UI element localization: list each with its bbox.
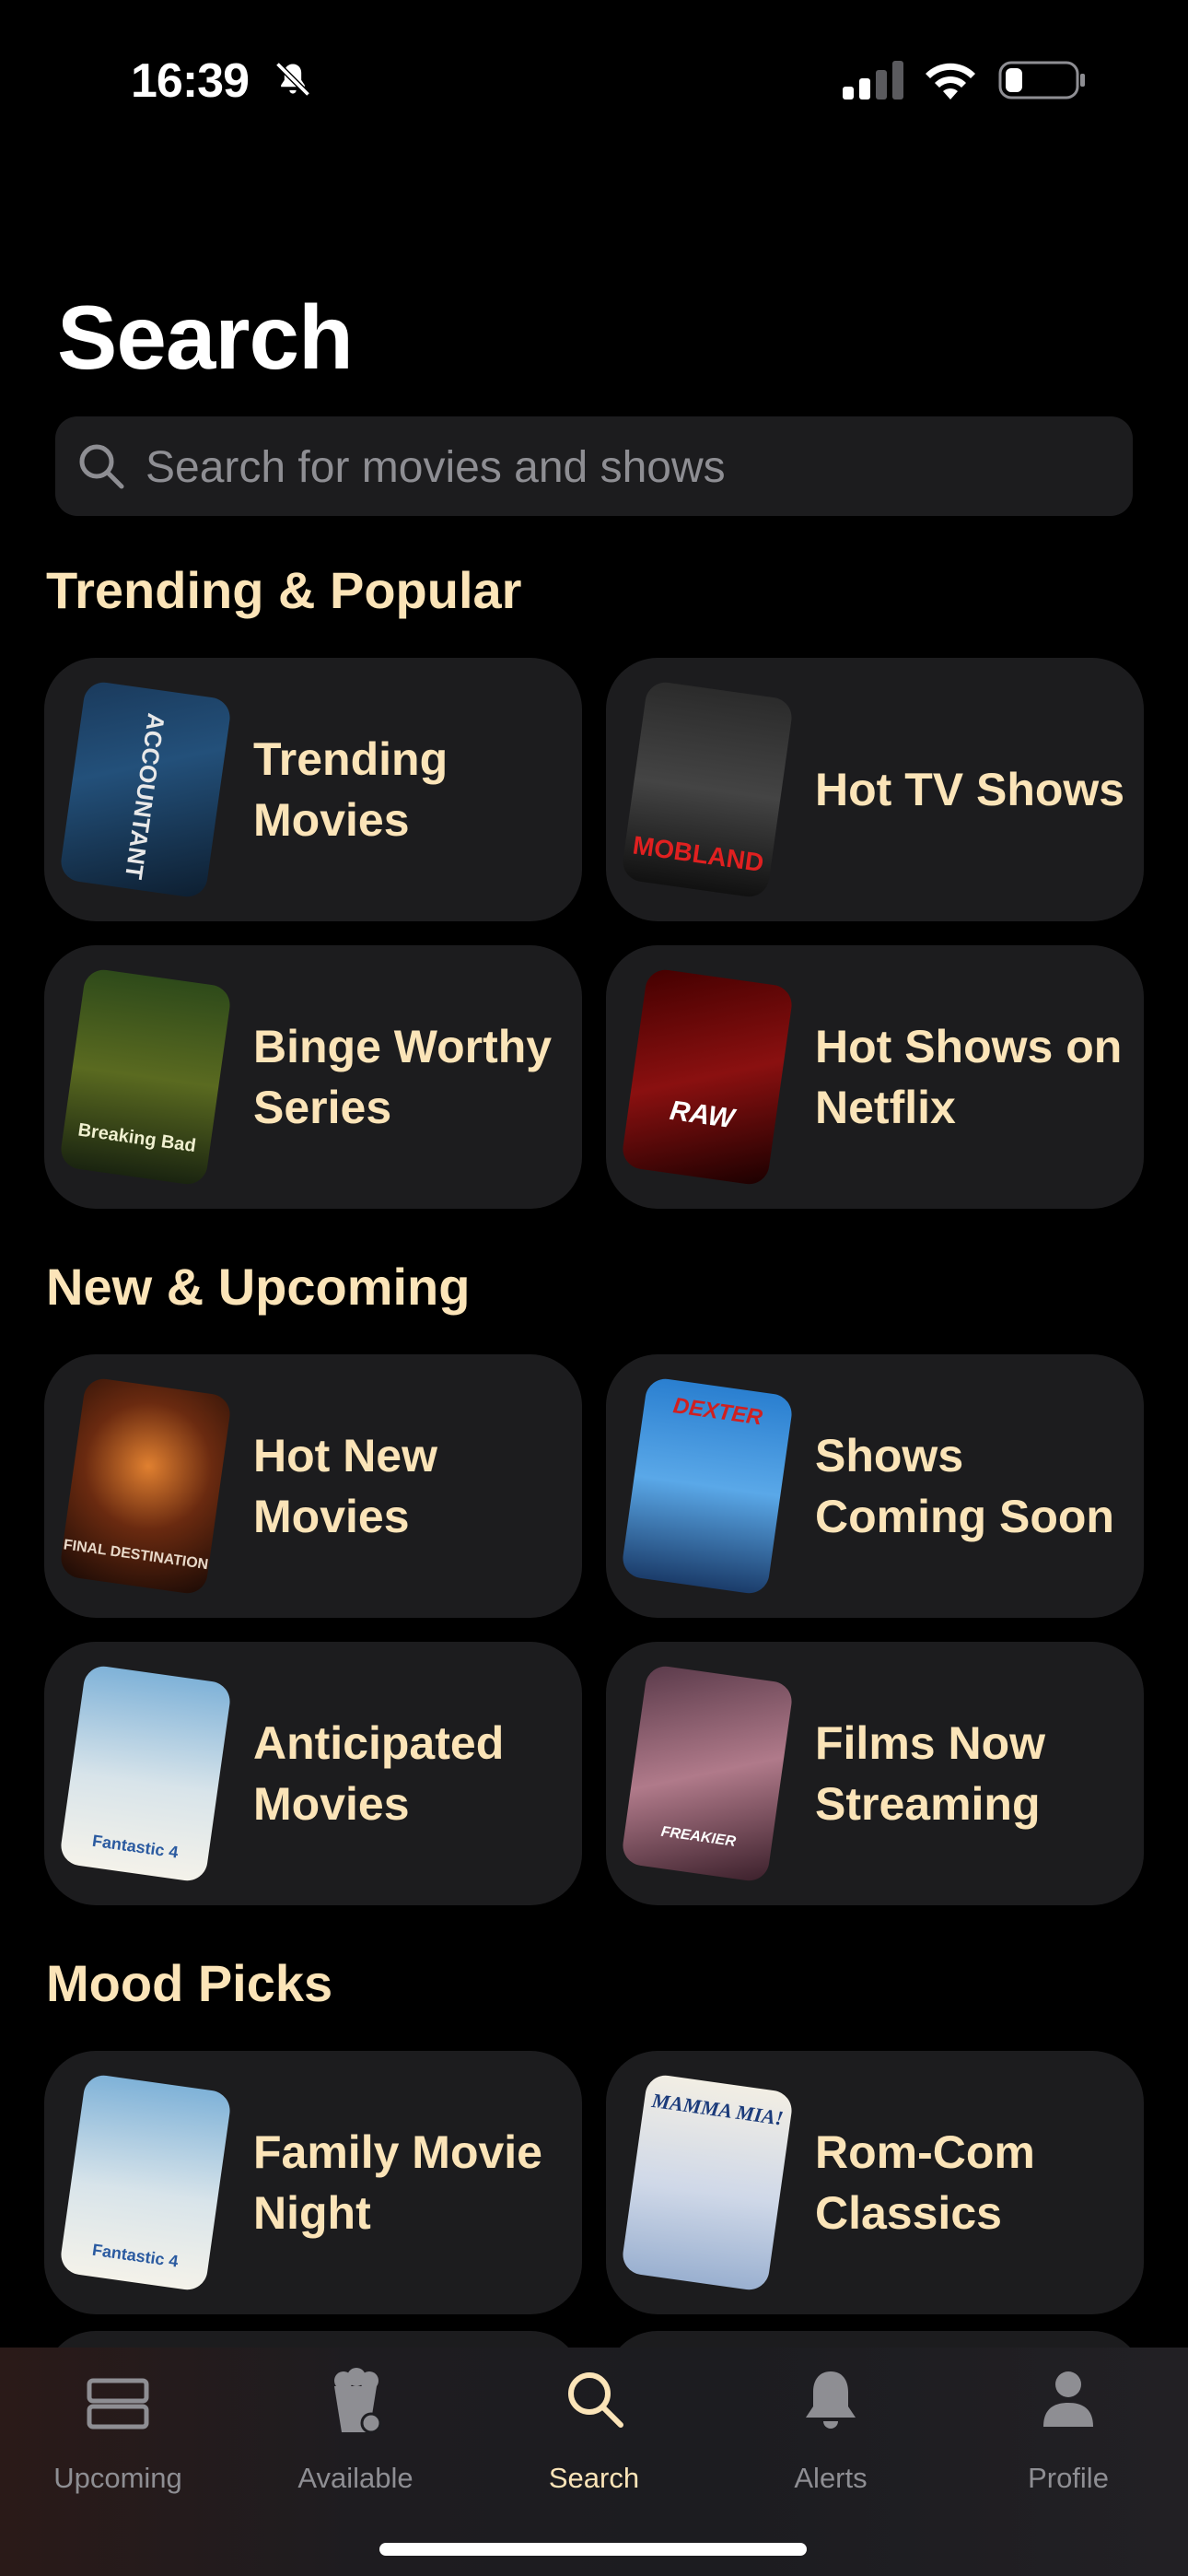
- tab-label: Available: [297, 2462, 413, 2494]
- section-title-new-upcoming: New & Upcoming: [46, 1258, 471, 1316]
- tab-upcoming[interactable]: Upcoming: [17, 2366, 219, 2504]
- card-label: Rom-Com Classics: [815, 2126, 1035, 2239]
- card-label: Trending Movies: [253, 733, 448, 846]
- tab-label: Alerts: [794, 2462, 868, 2494]
- section-title-mood-picks: Mood Picks: [46, 1954, 333, 2012]
- category-card-anticipated-movies[interactable]: Fantastic 4 Anticipated Movies: [44, 1642, 582, 1905]
- tab-alerts[interactable]: Alerts: [729, 2366, 932, 2504]
- bell-icon: [806, 2371, 856, 2429]
- search-input[interactable]: [144, 416, 1105, 518]
- bell-muted-icon: [275, 62, 310, 97]
- home-indicator[interactable]: [379, 2543, 807, 2556]
- card-label: Hot New Movies: [253, 1430, 437, 1542]
- section-title-trending: Trending & Popular: [46, 561, 522, 619]
- status-bar: 16:39: [0, 0, 1188, 138]
- card-label: Films Now Streaming: [815, 1717, 1046, 1830]
- poster-image: MAMMA MIA!: [620, 2072, 795, 2293]
- popcorn-icon: [334, 2368, 382, 2434]
- status-time: 16:39: [131, 54, 250, 108]
- poster-image: DEXTER: [620, 1376, 795, 1597]
- card-label: Binge Worthy Series: [253, 1021, 553, 1133]
- category-card-hot-new-movies[interactable]: FINAL DESTINATION Hot New Movies: [44, 1354, 582, 1618]
- tab-bar: Upcoming Available Search Alerts Profile: [0, 2348, 1188, 2576]
- poster-image: FREAKIER: [620, 1663, 795, 1884]
- poster-image: Breaking Bad: [58, 966, 233, 1188]
- card-label: Hot Shows on Netflix: [815, 1021, 1123, 1133]
- category-card-hot-tv-shows[interactable]: MOBLAND Hot TV Shows: [606, 658, 1144, 921]
- person-icon: [1043, 2371, 1093, 2427]
- search-bar[interactable]: [55, 416, 1133, 518]
- search-icon: [79, 444, 124, 489]
- category-card-trending-movies[interactable]: ACCOUNTANT Trending Movies: [44, 658, 582, 921]
- card-label: Shows Coming Soon: [815, 1430, 1114, 1542]
- category-card-shows-coming-soon[interactable]: DEXTER Shows Coming Soon: [606, 1354, 1144, 1618]
- poster-image: RAW: [620, 966, 795, 1188]
- upcoming-icon: [87, 2378, 149, 2430]
- tab-profile[interactable]: Profile: [967, 2366, 1170, 2504]
- poster-image: MOBLAND: [620, 679, 795, 900]
- search-icon: [568, 2372, 623, 2428]
- poster-image: Fantastic 4: [58, 1663, 233, 1884]
- category-card-films-now-streaming[interactable]: FREAKIER Films Now Streaming: [606, 1642, 1144, 1905]
- card-label: Hot TV Shows: [815, 764, 1125, 815]
- category-card-family-movie-night[interactable]: Fantastic 4 Family Movie Night: [44, 2051, 582, 2314]
- cellular-signal-icon: [843, 61, 903, 100]
- tab-label: Upcoming: [53, 2462, 182, 2494]
- tab-label: Profile: [1028, 2462, 1109, 2494]
- tab-available[interactable]: Available: [254, 2366, 457, 2504]
- poster-image: ACCOUNTANT: [58, 679, 233, 900]
- wifi-icon: [926, 63, 975, 100]
- card-label: Family Movie Night: [253, 2126, 542, 2239]
- category-card-hot-netflix[interactable]: RAW Hot Shows on Netflix: [606, 945, 1144, 1209]
- tab-search[interactable]: Search: [493, 2366, 695, 2504]
- poster-image: Fantastic 4: [58, 2072, 233, 2293]
- card-label: Anticipated Movies: [253, 1717, 505, 1830]
- category-card-binge-worthy[interactable]: Breaking Bad Binge Worthy Series: [44, 945, 582, 1209]
- category-card-rom-com-classics[interactable]: MAMMA MIA! Rom-Com Classics: [606, 2051, 1144, 2314]
- poster-image: FINAL DESTINATION: [58, 1376, 233, 1597]
- page-title: Search: [57, 287, 354, 388]
- battery-icon: [998, 61, 1085, 100]
- tab-label: Search: [548, 2462, 640, 2494]
